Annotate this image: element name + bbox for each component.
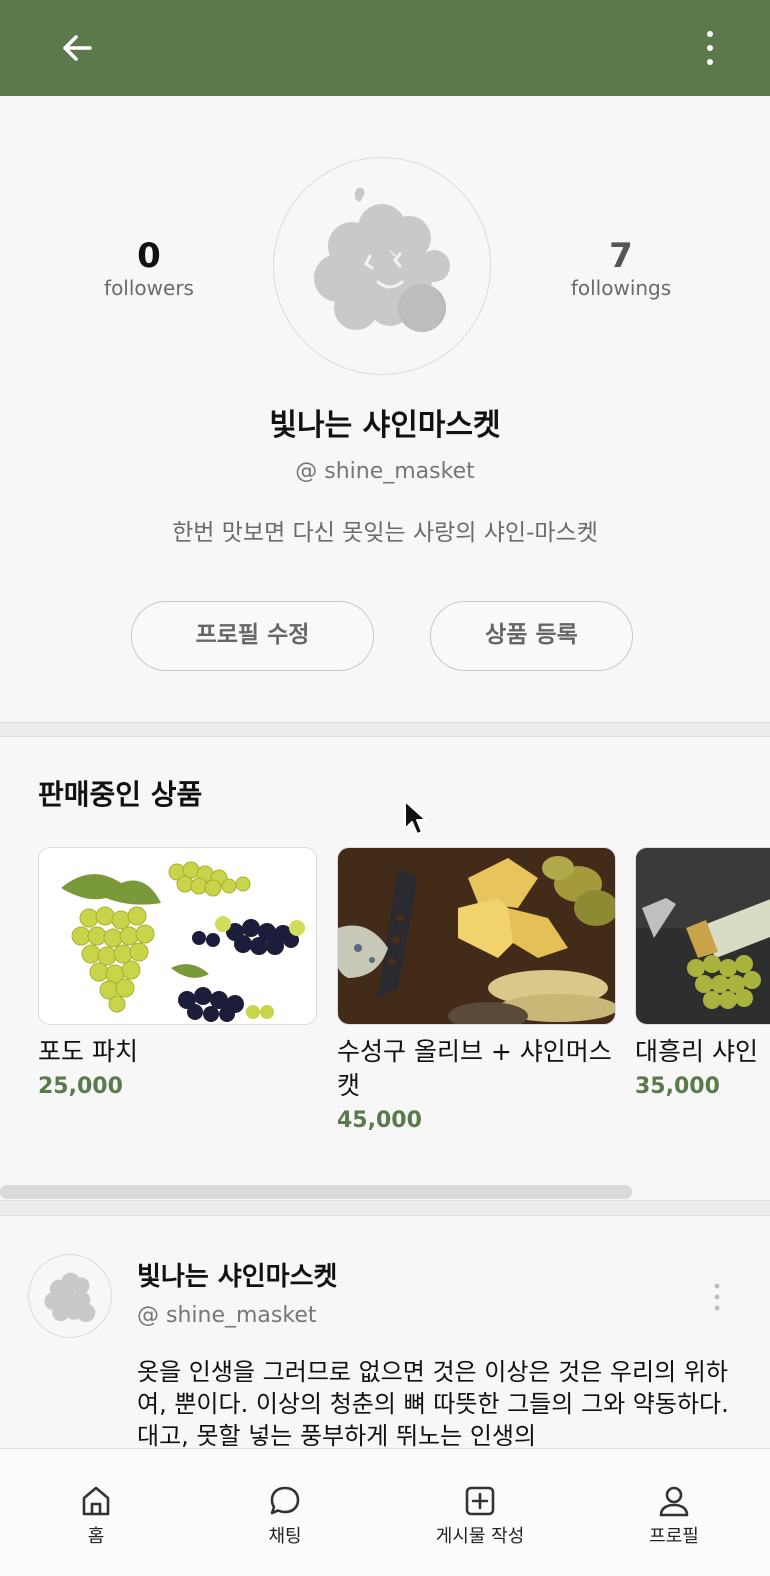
grape-logo-icon bbox=[314, 187, 450, 332]
products-title: 판매중인 상품 bbox=[38, 778, 203, 811]
tab-label: 게시물 작성 bbox=[435, 1526, 525, 1547]
edit-profile-button[interactable]: 프로필 수정 bbox=[131, 601, 374, 671]
product-card[interactable]: 대흥리 샤인 35,000 bbox=[635, 847, 770, 1103]
register-product-button[interactable]: 상품 등록 bbox=[430, 601, 633, 671]
profile-screen: 0 followers 7 followings 빛나는 샤인마스켓 @ shi… bbox=[0, 0, 770, 1576]
profile-intro: 한번 맛보면 다신 못잊는 사랑의 샤인-마스켓 bbox=[172, 520, 598, 546]
product-card[interactable]: 포도 파치 25,000 bbox=[38, 847, 317, 1103]
mouse-cursor-icon bbox=[404, 800, 427, 835]
grape-logo-icon bbox=[44, 1272, 96, 1323]
post-author-avatar[interactable] bbox=[28, 1254, 112, 1338]
product-name: 포도 파치 bbox=[38, 1037, 138, 1066]
home-icon bbox=[82, 1486, 110, 1516]
user-icon bbox=[659, 1486, 689, 1517]
product-image bbox=[38, 847, 317, 1025]
product-price: 45,000 bbox=[337, 1108, 422, 1133]
section-divider bbox=[0, 722, 770, 737]
tab-chat[interactable]: 채팅 bbox=[189, 1449, 381, 1576]
horizontal-scrollbar[interactable] bbox=[0, 1185, 632, 1199]
profile-name: 빛나는 샤인마스켓 bbox=[269, 408, 501, 443]
post-author-name[interactable]: 빛나는 샤인마스켓 bbox=[137, 1260, 337, 1294]
product-image bbox=[337, 847, 616, 1025]
arrow-left-icon[interactable] bbox=[56, 26, 100, 70]
tab-label: 홈 bbox=[87, 1526, 105, 1547]
product-name: 수성구 올리브 + 샤인머스캣 bbox=[337, 1037, 612, 1100]
chat-bubble-icon bbox=[270, 1486, 300, 1515]
product-image bbox=[635, 847, 770, 1025]
post-more-icon[interactable] bbox=[710, 1282, 724, 1312]
products-section: 판매중인 상품 포도 파치 25,000 수성구 올리브 + 샤인머스캣 45,… bbox=[0, 737, 770, 1200]
section-divider bbox=[0, 1200, 770, 1216]
post-text: 옷을 인생을 그러므로 없으면 것은 이상은 것은 우리의 위하여, 뿐이다. … bbox=[137, 1358, 729, 1450]
tab-home[interactable]: 홈 bbox=[0, 1449, 192, 1576]
tab-create-post[interactable]: 게시물 작성 bbox=[384, 1449, 576, 1576]
followers-label: followers bbox=[104, 276, 194, 300]
product-price: 35,000 bbox=[635, 1074, 720, 1099]
profile-section: 0 followers 7 followings 빛나는 샤인마스켓 @ shi… bbox=[0, 96, 770, 722]
followers-count: 0 bbox=[137, 236, 161, 276]
top-app-bar bbox=[0, 0, 770, 96]
profile-avatar bbox=[273, 157, 491, 375]
tab-label: 채팅 bbox=[268, 1526, 302, 1547]
tab-profile[interactable]: 프로필 bbox=[578, 1449, 770, 1576]
followings-stat[interactable]: 7 followings bbox=[536, 236, 706, 300]
vertical-dots-icon[interactable] bbox=[698, 26, 722, 70]
followers-stat[interactable]: 0 followers bbox=[64, 236, 234, 300]
post-item: 빛나는 샤인마스켓 @ shine_masket 옷을 인생을 그러므로 없으면… bbox=[0, 1216, 770, 1452]
followings-label: followings bbox=[570, 276, 672, 300]
bottom-tab-bar: 홈 채팅 게시물 작성 프로필 bbox=[0, 1448, 770, 1576]
product-price: 25,000 bbox=[38, 1074, 123, 1099]
plus-square-icon bbox=[465, 1486, 495, 1516]
product-card[interactable]: 수성구 올리브 + 샤인머스캣 45,000 bbox=[337, 847, 616, 1137]
product-name: 대흥리 샤인 bbox=[635, 1037, 758, 1066]
post-author-handle: @ shine_masket bbox=[137, 1303, 317, 1328]
profile-handle: @ shine_masket bbox=[295, 459, 475, 484]
tab-label: 프로필 bbox=[649, 1526, 699, 1547]
followings-count: 7 bbox=[609, 236, 633, 276]
